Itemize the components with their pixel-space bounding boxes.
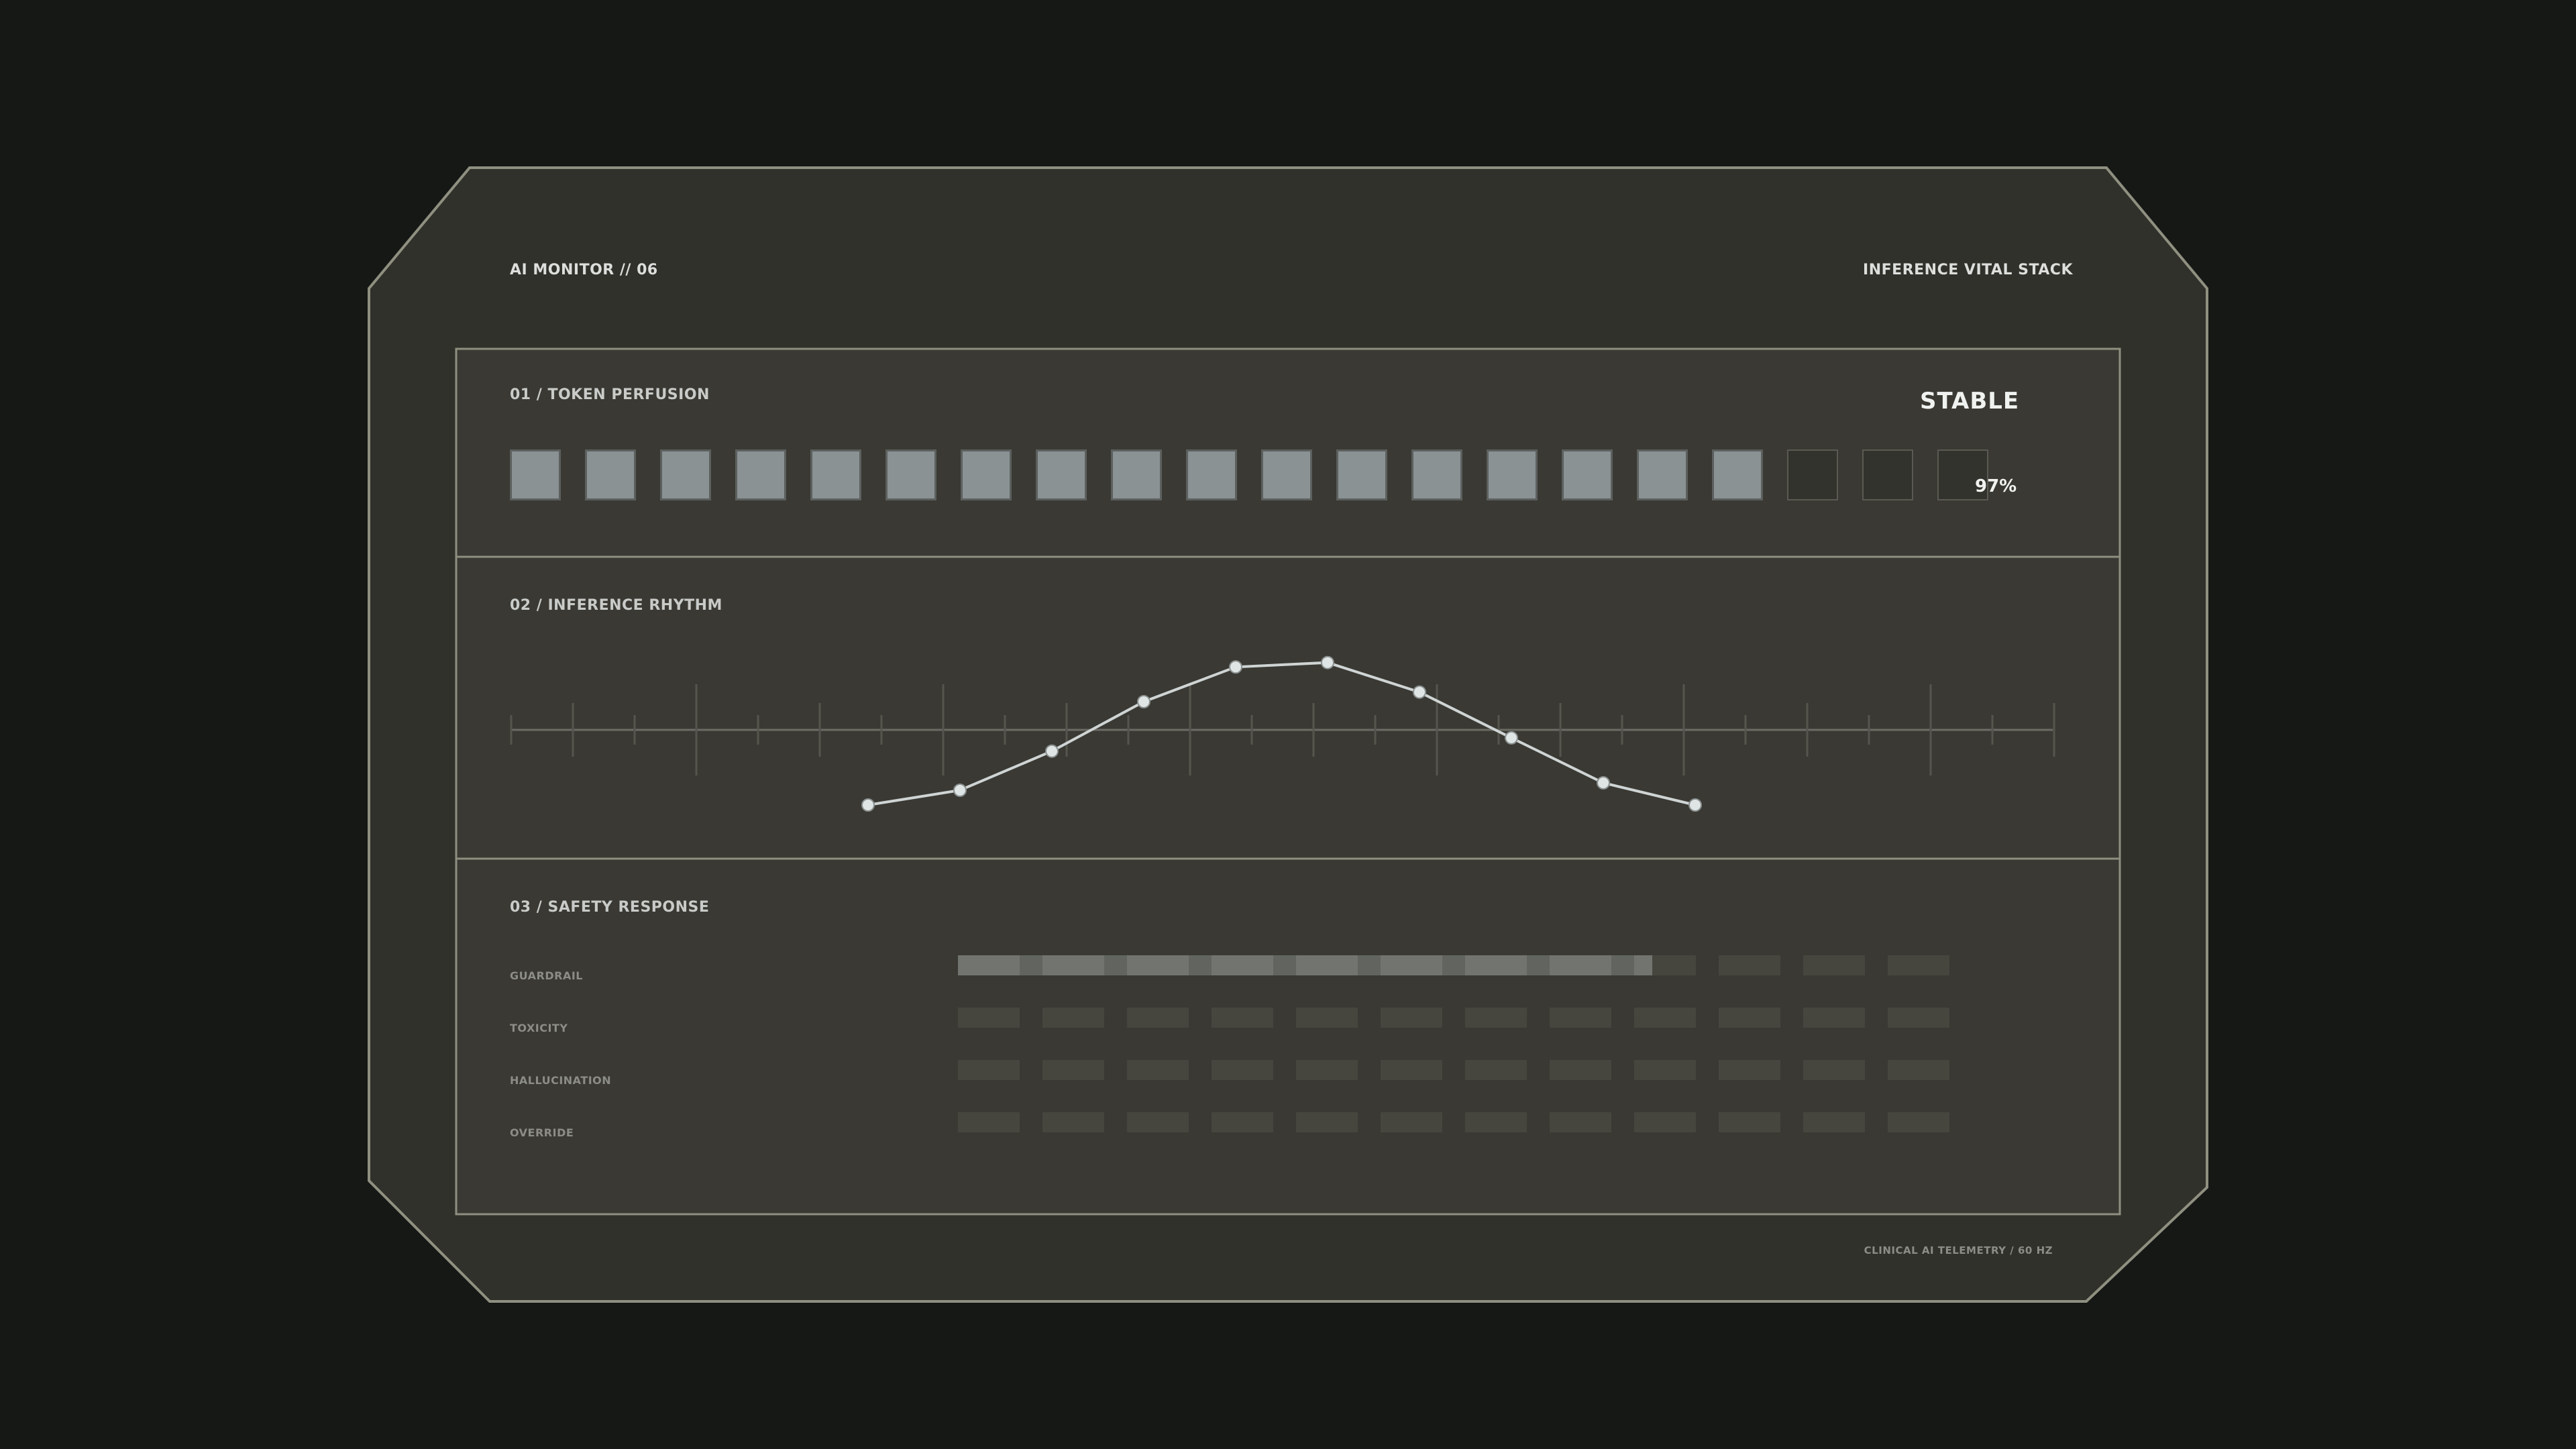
safety-level-fill <box>958 955 1652 975</box>
perfusion-cell <box>585 449 636 500</box>
perfusion-cell <box>1712 449 1763 500</box>
perfusion-percent: 97% <box>1975 476 2017 496</box>
perfusion-cell <box>1862 449 1913 500</box>
safety-segment <box>1212 1060 1273 1080</box>
rhythm-point <box>1688 798 1702 812</box>
perfusion-cell <box>1787 449 1838 500</box>
perfusion-cell <box>1487 449 1538 500</box>
safety-segment <box>1719 1112 1780 1132</box>
perfusion-cell <box>885 449 936 500</box>
rhythm-point <box>1045 744 1059 758</box>
safety-segment <box>1465 1060 1527 1080</box>
safety-segment <box>958 1008 1020 1028</box>
safety-segment <box>1381 1060 1442 1080</box>
safety-segment <box>1465 1112 1527 1132</box>
safety-segment <box>1465 1008 1527 1028</box>
safety-segment <box>1042 1060 1104 1080</box>
safety-segment <box>1634 1060 1696 1080</box>
rhythm-point <box>1597 776 1610 790</box>
safety-segment <box>1042 1112 1104 1132</box>
safety-segment <box>1719 955 1780 975</box>
safety-segment <box>1719 1008 1780 1028</box>
telemetry-footer: CLINICAL AI TELEMETRY / 60 HZ <box>1864 1244 2053 1256</box>
perfusion-cell <box>1637 449 1688 500</box>
safety-segment <box>1381 1112 1442 1132</box>
perfusion-cell <box>1036 449 1087 500</box>
safety-segment <box>1127 1060 1189 1080</box>
safety-segment <box>1127 1008 1189 1028</box>
safety-response-title: 03 / SAFETY RESPONSE <box>510 899 710 916</box>
safety-segment <box>1888 955 1949 975</box>
safety-segment <box>1296 1060 1358 1080</box>
safety-segment <box>1212 1112 1273 1132</box>
rhythm-point <box>861 798 875 812</box>
safety-segment <box>1803 955 1865 975</box>
safety-segment <box>1042 1008 1104 1028</box>
safety-segment <box>1296 1112 1358 1132</box>
safety-segment <box>958 1060 1020 1080</box>
rhythm-point <box>1505 731 1518 745</box>
perfusion-cell <box>961 449 1012 500</box>
safety-segment <box>1888 1008 1949 1028</box>
safety-segment <box>1803 1008 1865 1028</box>
perfusion-cell <box>1186 449 1237 500</box>
safety-segment <box>1634 1008 1696 1028</box>
safety-segment <box>1888 1060 1949 1080</box>
safety-row-label: GUARDRAIL <box>510 969 583 982</box>
rhythm-point <box>1413 685 1426 699</box>
perfusion-cell <box>510 449 561 500</box>
safety-segment <box>1296 1008 1358 1028</box>
safety-segment <box>1550 1008 1611 1028</box>
rhythm-point <box>1137 695 1150 708</box>
token-perfusion-title: 01 / TOKEN PERFUSION <box>510 386 710 403</box>
inference-rhythm-title: 02 / INFERENCE RHYTHM <box>510 597 722 614</box>
safety-row-label: OVERRIDE <box>510 1126 574 1139</box>
safety-row-label: TOXICITY <box>510 1022 568 1034</box>
safety-segment <box>1803 1060 1865 1080</box>
monitor-screen: AI MONITOR // 06 INFERENCE VITAL STACK 0… <box>0 0 2576 1449</box>
monitor-title: AI MONITOR // 06 <box>510 262 658 278</box>
safety-segment <box>1888 1112 1949 1132</box>
perfusion-cell <box>1336 449 1387 500</box>
rhythm-point <box>1229 660 1242 674</box>
safety-segment <box>958 1112 1020 1132</box>
safety-segment <box>1550 1060 1611 1080</box>
perfusion-cell <box>1562 449 1613 500</box>
stack-title: INFERENCE VITAL STACK <box>1863 262 2073 278</box>
perfusion-cell <box>1261 449 1312 500</box>
safety-segment <box>1550 1112 1611 1132</box>
rhythm-point <box>1321 655 1334 669</box>
perfusion-cell <box>1411 449 1462 500</box>
safety-segment <box>1127 1112 1189 1132</box>
perfusion-cell <box>810 449 861 500</box>
safety-segment <box>1381 1008 1442 1028</box>
safety-segment <box>1212 1008 1273 1028</box>
safety-segment <box>1803 1112 1865 1132</box>
monitor-frame <box>368 166 2208 1303</box>
perfusion-cell <box>660 449 711 500</box>
perfusion-cell <box>1111 449 1162 500</box>
safety-row-label: HALLUCINATION <box>510 1074 612 1087</box>
safety-segment <box>1719 1060 1780 1080</box>
safety-segment <box>1634 1112 1696 1132</box>
status-badge: STABLE <box>1920 388 2020 415</box>
rhythm-point <box>953 784 967 797</box>
perfusion-cell <box>735 449 786 500</box>
